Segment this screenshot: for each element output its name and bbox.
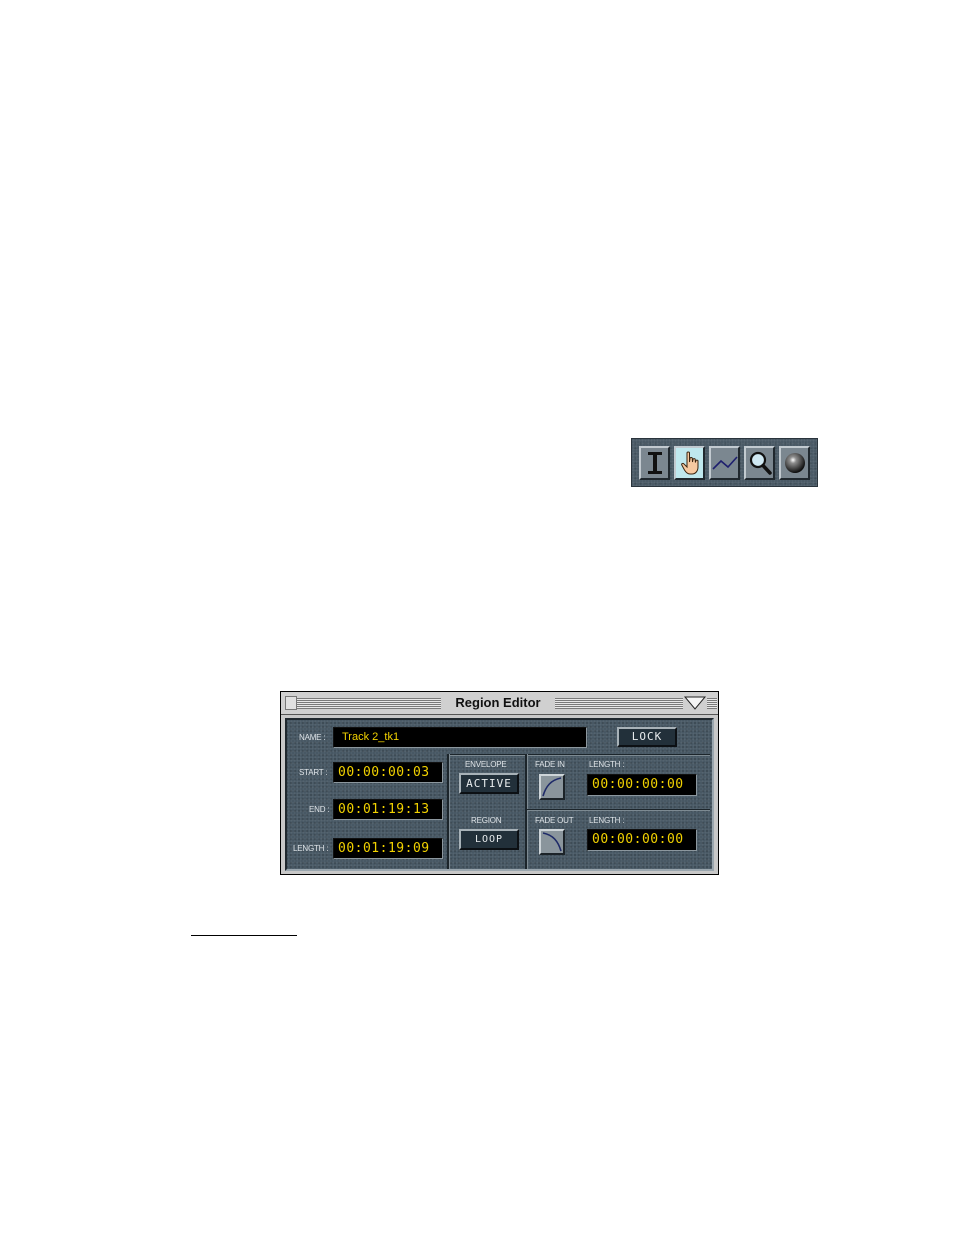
fade-out-label: FADE OUT — [535, 816, 574, 825]
magnifier-icon — [749, 451, 772, 475]
zoom-tool-button[interactable] — [744, 446, 775, 480]
fade-in-label: FADE IN — [535, 760, 565, 769]
fade-out-curve-icon — [542, 832, 562, 852]
window-title: Region Editor — [441, 694, 555, 712]
close-box-icon[interactable] — [285, 696, 297, 710]
envelope-label: ENVELOPE — [465, 760, 507, 769]
end-time-display[interactable]: 00:01:19:13 — [333, 799, 443, 820]
text-tool-button[interactable] — [639, 446, 670, 480]
sphere-icon — [784, 453, 805, 473]
text-cursor-icon — [647, 452, 662, 474]
fade-out-curve-button[interactable] — [539, 829, 565, 855]
footnote-separator — [191, 935, 297, 936]
hand-pointer-icon — [680, 451, 698, 475]
start-label: START : — [299, 768, 328, 777]
fade-in-length-label: LENGTH : — [589, 760, 625, 769]
envelope-line-icon — [711, 456, 738, 470]
scrub-tool-button[interactable] — [779, 446, 810, 480]
hand-tool-button[interactable] — [674, 446, 705, 480]
envelope-active-button[interactable]: ACTIVE — [459, 773, 519, 794]
divider — [447, 754, 450, 869]
end-label: END : — [309, 805, 330, 814]
collapse-triangle-icon[interactable] — [683, 696, 707, 710]
title-bar[interactable]: Region Editor — [281, 692, 718, 715]
fade-in-curve-button[interactable] — [539, 774, 565, 800]
fade-out-length-display[interactable]: 00:00:00:00 — [587, 829, 697, 851]
region-loop-button[interactable]: LOOP — [459, 829, 519, 850]
envelope-tool-button[interactable] — [709, 446, 740, 480]
fade-out-length-label: LENGTH : — [589, 816, 625, 825]
divider — [527, 809, 710, 811]
region-editor-panel: NAME : Track 2_tk1 LOCK START : 00:00:00… — [285, 718, 714, 871]
fade-in-curve-icon — [542, 777, 562, 797]
start-time-display[interactable]: 00:00:00:03 — [333, 762, 443, 783]
length-time-display[interactable]: 00:01:19:09 — [333, 838, 443, 859]
length-label: LENGTH : — [293, 844, 329, 853]
name-label: NAME : — [299, 733, 326, 742]
region-name-field[interactable]: Track 2_tk1 — [333, 727, 587, 748]
divider — [525, 754, 528, 869]
region-label: REGION — [471, 816, 502, 825]
region-editor-window: Region Editor NAME : Track 2_tk1 LOCK ST… — [280, 691, 719, 875]
tool-palette — [631, 438, 818, 487]
lock-button[interactable]: LOCK — [617, 727, 677, 747]
divider — [448, 754, 710, 756]
fade-in-length-display[interactable]: 00:00:00:00 — [587, 774, 697, 796]
